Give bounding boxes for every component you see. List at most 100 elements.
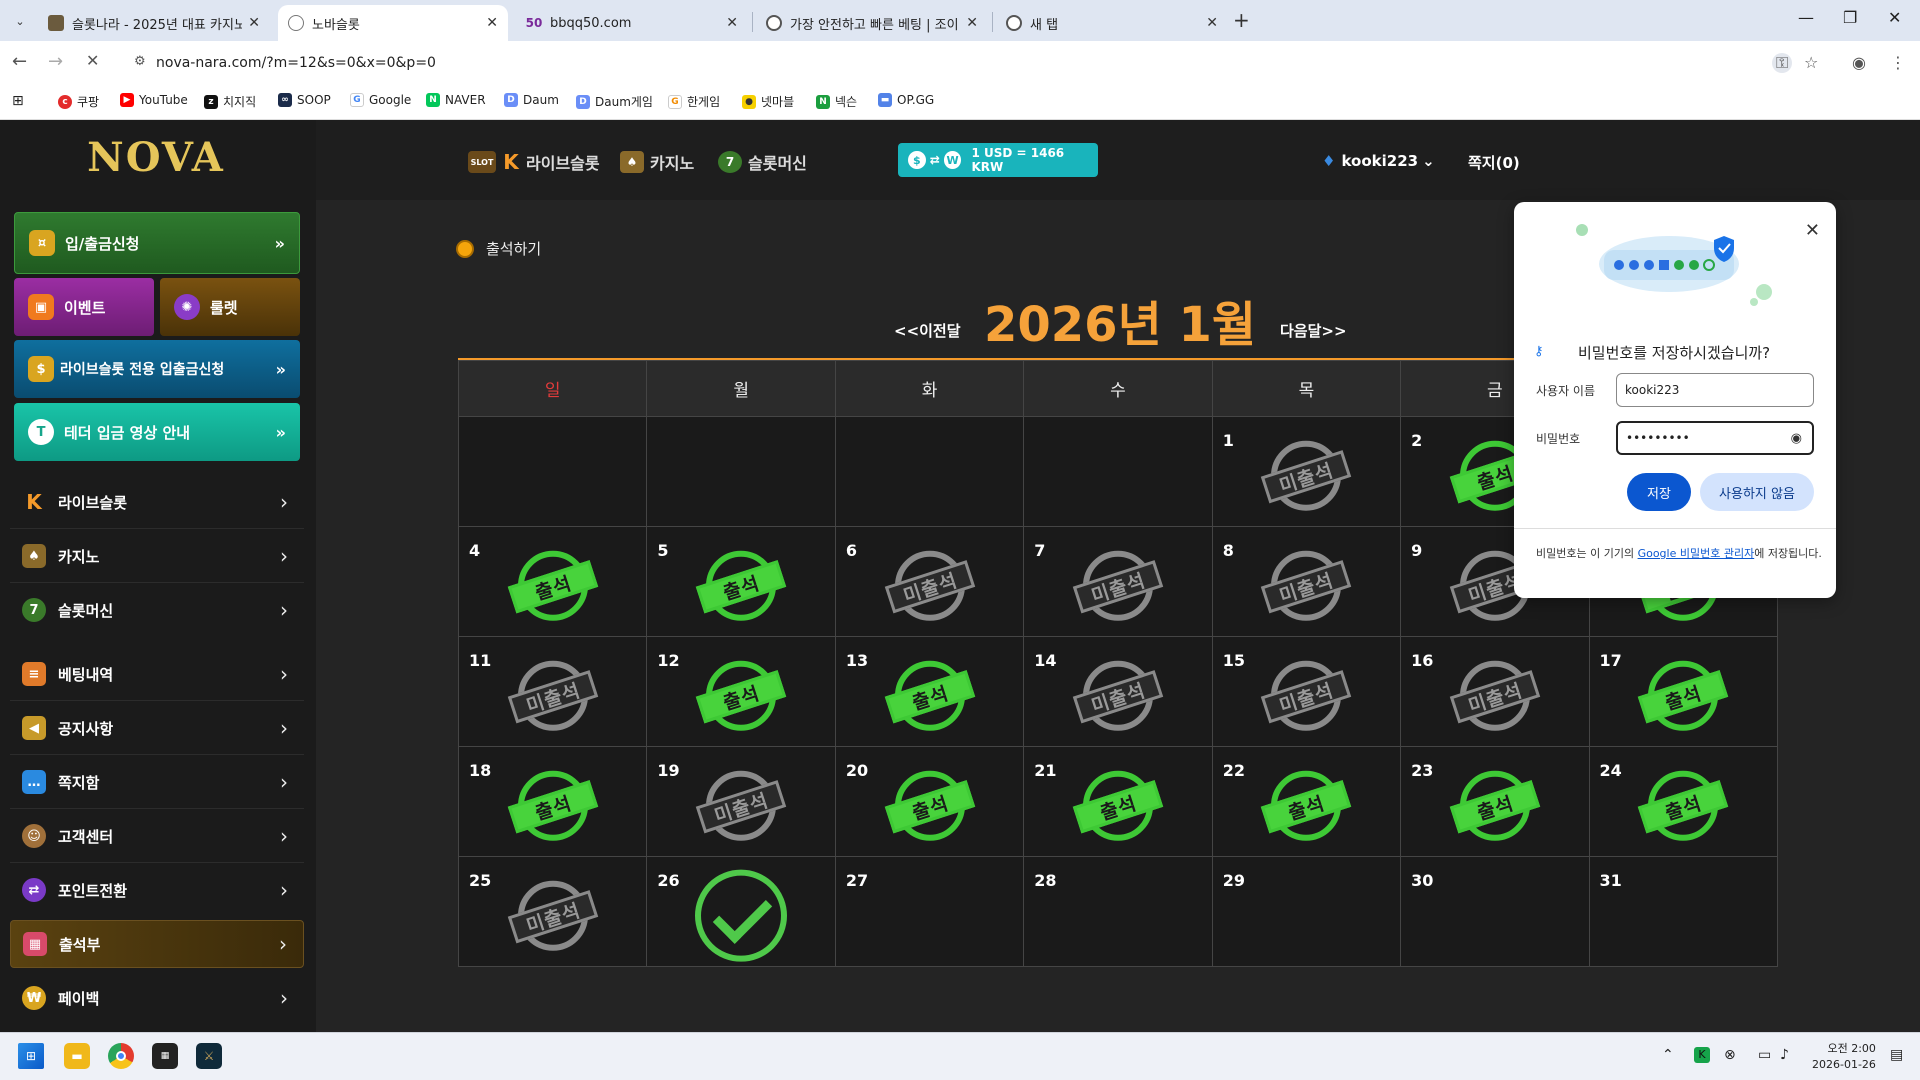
never-button[interactable]: 사용하지 않음 xyxy=(1700,473,1814,511)
minimize-icon[interactable]: — xyxy=(1798,8,1814,27)
tab-separator xyxy=(992,12,993,32)
close-tab-icon[interactable]: ✕ xyxy=(1206,15,1218,31)
bookmark-naver[interactable]: N NAVER xyxy=(426,93,486,107)
event-button[interactable]: ▣ 이벤트 xyxy=(14,278,154,336)
calendar-day-cell: 17 출석 xyxy=(1588,636,1779,747)
casino-icon: ♠ xyxy=(22,544,46,568)
windows-start-icon[interactable]: ⊞ xyxy=(18,1043,44,1069)
gift-box-icon: ▣ xyxy=(28,294,54,320)
day-number: 25 xyxy=(469,871,492,890)
back-icon[interactable]: ← xyxy=(12,51,27,72)
password-value: ••••••••• xyxy=(1626,431,1690,445)
attendance-action[interactable]: 출석하기 xyxy=(456,238,541,259)
bookmark-soop[interactable]: ∞ SOOP xyxy=(278,93,331,107)
nav-label: 슬롯머신 xyxy=(748,154,807,173)
volume-icon[interactable]: ♪ xyxy=(1780,1047,1789,1063)
tray-chevron-up-icon[interactable]: ⌃ xyxy=(1662,1047,1674,1063)
sidebar-item-betting-history[interactable]: ≡ 베팅내역 › xyxy=(10,650,304,698)
bookmark-youtube[interactable]: ▶ YouTube xyxy=(120,93,188,107)
kakao-tray-icon[interactable]: K xyxy=(1694,1047,1710,1063)
eye-icon[interactable]: ◉ xyxy=(1791,431,1802,446)
tether-guide-button[interactable]: T 테더 입금 영상 안내 » xyxy=(14,403,300,461)
restore-icon[interactable]: ❐ xyxy=(1843,8,1857,27)
sidebar-item-notice[interactable]: ◀ 공지사항 › xyxy=(10,704,304,752)
league-icon[interactable]: ⚔ xyxy=(196,1043,222,1069)
prev-month-link[interactable]: <<이전달 xyxy=(894,320,961,341)
save-button[interactable]: 저장 xyxy=(1627,473,1691,511)
menu-kebab-icon[interactable]: ⋮ xyxy=(1890,53,1906,72)
nav-label: 라이브슬롯 xyxy=(526,154,600,173)
apps-grid-icon[interactable]: ⊞ xyxy=(12,93,24,109)
sidebar-item-casino[interactable]: ♠ 카지노 › xyxy=(10,532,304,580)
bookmark-google[interactable]: G Google xyxy=(350,93,411,107)
live-slot-deposit-button[interactable]: $ 라이브슬롯 전용 입출금신청 » xyxy=(14,340,300,398)
tab-search-icon[interactable]: ⌄ xyxy=(10,12,30,32)
close-tab-icon[interactable]: ✕ xyxy=(726,15,738,31)
close-tab-icon[interactable]: ✕ xyxy=(486,15,498,31)
bookmark-daumgame[interactable]: D Daum게임 xyxy=(576,93,653,110)
clipboard-icon: ≡ xyxy=(22,662,46,686)
chrome-icon[interactable] xyxy=(108,1043,134,1069)
app-dark-icon[interactable]: ▦ xyxy=(152,1043,178,1069)
close-icon[interactable]: ✕ xyxy=(1805,220,1820,241)
user-menu[interactable]: ♦ kooki223 ⌄ xyxy=(1322,152,1435,170)
nav-slot-machine[interactable]: 7 슬롯머신 xyxy=(718,150,807,174)
tab-slotnara[interactable]: 슬롯나라 - 2025년 대표 카지노 ✕ xyxy=(38,5,270,41)
network-icon[interactable]: ▭ xyxy=(1758,1047,1771,1063)
clock[interactable]: 오전 2:00 2026-01-26 xyxy=(1812,1041,1876,1073)
tab-bbqq50[interactable]: 50 bbqq50.com ✕ xyxy=(516,5,748,41)
sidebar-item-slot-machine[interactable]: 7 슬롯머신 › xyxy=(10,586,304,634)
sidebar-item-messages[interactable]: … 쪽지함 › xyxy=(10,758,304,806)
close-window-icon[interactable]: ✕ xyxy=(1888,8,1901,27)
bookmark-chzzk[interactable]: z 치지직 xyxy=(204,93,256,110)
tray-x-icon[interactable]: ⊗ xyxy=(1724,1047,1736,1063)
memo-link[interactable]: 쪽지(0) xyxy=(1468,152,1520,173)
sidebar-item-label: 고객센터 xyxy=(58,827,114,846)
stop-loading-icon[interactable]: ✕ xyxy=(86,51,99,70)
attended-stamp: 출석 xyxy=(695,550,787,621)
password-field[interactable]: ••••••••• ◉ xyxy=(1616,421,1814,455)
forward-icon[interactable]: → xyxy=(48,51,63,72)
next-month-link[interactable]: 다음달>> xyxy=(1280,320,1347,341)
sidebar-item-customer-center[interactable]: ☺ 고객센터 › xyxy=(10,812,304,860)
tab-new-tab[interactable]: 새 탭 ✕ xyxy=(996,5,1228,41)
nova-logo[interactable]: NOVA xyxy=(86,134,226,194)
close-tab-icon[interactable]: ✕ xyxy=(966,15,978,31)
profile-icon[interactable]: ◉ xyxy=(1852,53,1866,72)
attendance-dot-icon xyxy=(456,239,474,258)
nav-live-slot[interactable]: SLOT K 라이브슬롯 xyxy=(468,150,600,174)
new-tab-button[interactable]: + xyxy=(1233,8,1250,32)
sidebar-item-live-slot[interactable]: K 라이브슬롯 › xyxy=(10,478,304,526)
username-field[interactable]: kooki223 xyxy=(1616,373,1814,407)
event-label: 이벤트 xyxy=(64,298,106,317)
sidebar-item-point-exchange[interactable]: ⇄ 포인트전환 › xyxy=(10,866,304,914)
roulette-button[interactable]: ✺ 룰렛 xyxy=(160,278,300,336)
bookmark-nexon[interactable]: N 넥슨 xyxy=(816,93,857,110)
tab-novaslot[interactable]: 노바슬롯 ✕ xyxy=(278,5,508,41)
bookmark-star-icon[interactable]: ☆ xyxy=(1804,53,1818,72)
sidebar-item-label: 페이백 xyxy=(58,989,100,1008)
globe-favicon-icon xyxy=(288,15,304,31)
missed-stamp: 미출석 xyxy=(884,550,975,621)
site-info-icon[interactable]: ⚙ xyxy=(134,54,146,69)
sidebar-item-payback[interactable]: ₩ 페이백 › xyxy=(10,974,304,1022)
attended-stamp: 출석 xyxy=(884,660,975,731)
bookmark-hangame[interactable]: G 한게임 xyxy=(668,93,720,110)
tab-betting[interactable]: 가장 안전하고 빠른 베팅 | 조이 ✕ xyxy=(756,5,988,41)
url-field[interactable]: ⚙ nova-nara.com/?m=12&s=0&x=0&p=0 xyxy=(126,47,1791,79)
deposit-withdraw-button[interactable]: ¤ 입/출금신청 » xyxy=(14,212,300,274)
close-tab-icon[interactable]: ✕ xyxy=(248,15,260,31)
bookmark-coupang[interactable]: c 쿠팡 xyxy=(58,93,99,110)
password-manager-link[interactable]: Google 비밀번호 관리자 xyxy=(1638,547,1755,560)
calendar-day-cell: 15 미출석 xyxy=(1211,636,1402,747)
calendar-day-cell: 27 xyxy=(834,856,1025,967)
bookmark-netmarble[interactable]: ● 넷마블 xyxy=(742,93,794,110)
notification-icon[interactable]: ▤ xyxy=(1890,1047,1903,1063)
sidebar-item-attendance[interactable]: ▦ 출석부 › xyxy=(10,920,304,968)
nexon-icon: N xyxy=(816,94,830,109)
bookmark-opgg[interactable]: ▬ OP.GG xyxy=(878,93,934,107)
nav-casino[interactable]: ♠ 카지노 xyxy=(620,150,694,174)
file-explorer-icon[interactable]: ▬ xyxy=(64,1043,90,1069)
bookmark-daum[interactable]: D Daum xyxy=(504,93,559,107)
bookmark-label: 넷마블 xyxy=(761,95,795,109)
